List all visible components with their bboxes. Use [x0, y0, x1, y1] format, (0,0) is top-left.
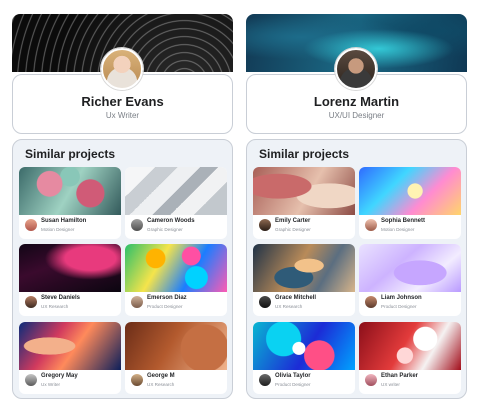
project-thumbnail [125, 322, 227, 370]
project-card[interactable]: Susan Hamilton Motion Designer [19, 167, 121, 239]
project-thumbnail [253, 167, 355, 215]
author-avatar [365, 296, 377, 308]
project-thumbnail [253, 244, 355, 292]
author-role: Motion Designer [381, 227, 415, 232]
profile-avatar[interactable] [335, 48, 377, 90]
project-card[interactable]: Liam Johnson Product Designer [359, 244, 461, 316]
author-role: UX Research [41, 304, 69, 309]
author-avatar [259, 374, 271, 386]
project-card[interactable]: Olivia Taylor Product Designer [253, 322, 355, 394]
profile-name: Richer Evans [81, 94, 164, 109]
author-avatar [259, 296, 271, 308]
project-thumbnail [19, 167, 121, 215]
author-name: Susan Hamilton [41, 218, 87, 224]
project-card[interactable]: Emerson Diaz Product Designer [125, 244, 227, 316]
project-thumbnail [125, 167, 227, 215]
section-title: Similar projects [25, 147, 116, 161]
author-avatar [131, 219, 143, 231]
author-avatar [365, 219, 377, 231]
project-card[interactable]: Grace Mitchell UX Research [253, 244, 355, 316]
author-role: UX Research [147, 382, 175, 387]
author-name: Sophia Bennett [381, 218, 426, 224]
author-role: Product Designer [147, 304, 183, 309]
author-name: Emerson Diaz [147, 295, 187, 301]
author-role: Motion Designer [41, 227, 75, 232]
similar-projects-panel: Similar projects Emily Carter Graphic De… [246, 139, 467, 399]
project-thumbnail [359, 322, 461, 370]
profile-role: UX/UI Designer [328, 111, 385, 120]
author-avatar [25, 296, 37, 308]
author-name: Ethan Parker [381, 373, 419, 379]
author-avatar [131, 374, 143, 386]
author-role: Ux Writer [41, 382, 61, 387]
project-thumbnail [253, 322, 355, 370]
author-role: Graphic Designer [147, 227, 183, 232]
author-avatar [259, 219, 271, 231]
author-avatar [365, 374, 377, 386]
author-role: Product Designer [275, 382, 311, 387]
author-name: Emily Carter [275, 218, 311, 224]
author-avatar [25, 219, 37, 231]
project-thumbnail [19, 244, 121, 292]
project-card[interactable]: George M UX Research [125, 322, 227, 394]
author-role: Product Designer [381, 304, 417, 309]
author-role: Graphic Designer [275, 227, 311, 232]
project-card[interactable]: Sophia Bennett Motion Designer [359, 167, 461, 239]
project-card[interactable]: Gregory May Ux Writer [19, 322, 121, 394]
author-name: Liam Johnson [381, 295, 422, 301]
profile-avatar[interactable] [101, 48, 143, 90]
author-role: UX writer [381, 382, 400, 387]
section-title: Similar projects [259, 147, 350, 161]
project-card[interactable]: Emily Carter Graphic Designer [253, 167, 355, 239]
project-card[interactable]: Steve Daniels UX Research [19, 244, 121, 316]
project-thumbnail [19, 322, 121, 370]
author-avatar [131, 296, 143, 308]
profile-role: Ux Writer [105, 111, 140, 120]
project-thumbnail [125, 244, 227, 292]
project-thumbnail [359, 167, 461, 215]
author-name: Grace Mitchell [275, 295, 317, 301]
profile-name: Lorenz Martin [313, 94, 400, 109]
project-card[interactable]: Cameron Woods Graphic Designer [125, 167, 227, 239]
author-name: Steve Daniels [41, 295, 81, 301]
author-name: George M [147, 373, 175, 379]
author-avatar [25, 374, 37, 386]
similar-projects-panel: Similar projects Susan Hamilton Motion D… [12, 139, 233, 399]
project-thumbnail [359, 244, 461, 292]
project-card[interactable]: Ethan Parker UX writer [359, 322, 461, 394]
author-name: Gregory May [41, 373, 78, 379]
author-name: Cameron Woods [147, 218, 195, 224]
author-name: Olivia Taylor [275, 373, 311, 379]
author-role: UX Research [275, 304, 303, 309]
